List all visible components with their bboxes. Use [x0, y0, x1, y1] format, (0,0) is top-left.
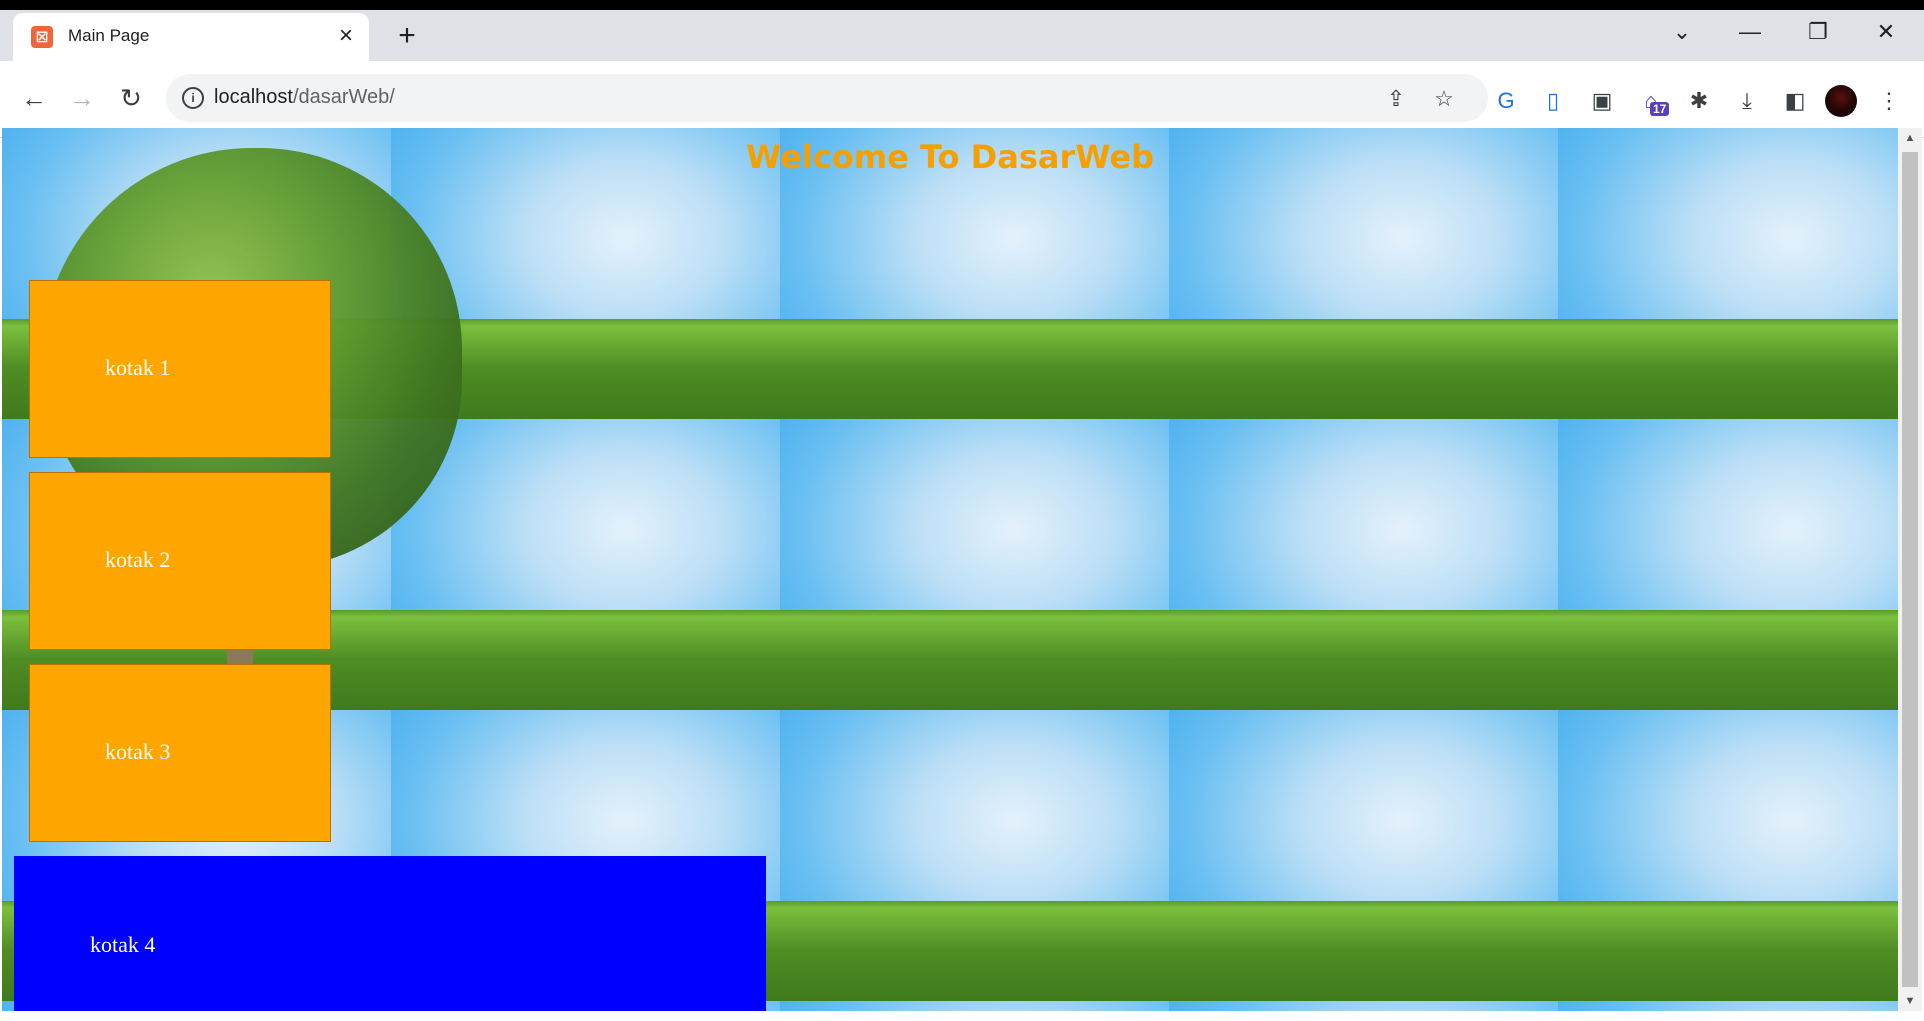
extension-badge: 17 — [1650, 102, 1670, 116]
box-label: kotak 2 — [105, 547, 171, 572]
download-icon[interactable]: ⤓ — [1732, 86, 1762, 116]
forward-arrow-icon[interactable]: → — [67, 83, 97, 113]
box-kotak-1: kotak 1 — [29, 280, 331, 458]
device-extension-icon[interactable]: ▯ — [1538, 86, 1568, 116]
toolbar: ← → ↻ i localhost/dasarWeb/ ⇪ ☆ G ▯ ▣ ⌂ 1… — [0, 61, 1924, 138]
tab-title: Main Page — [68, 26, 150, 45]
new-tab-button[interactable]: + — [392, 21, 422, 52]
close-tab-icon[interactable]: × — [333, 23, 359, 49]
picture-in-picture-icon[interactable]: ▣ — [1587, 86, 1617, 116]
page-viewport: Welcome To DasarWeb kotak 1 kotak 2 kota… — [2, 128, 1898, 1011]
scroll-down-arrow-icon[interactable]: ▼ — [1898, 991, 1922, 1011]
tab-strip: ☒ Main Page × + ⌄ — ❐ ✕ — [0, 10, 1924, 61]
box-kotak-2: kotak 2 — [29, 472, 331, 650]
share-icon[interactable]: ⇪ — [1382, 85, 1410, 113]
reload-icon[interactable]: ↻ — [116, 83, 146, 113]
xampp-icon: ☒ — [31, 26, 53, 48]
scrollbar-thumb[interactable] — [1902, 152, 1918, 987]
url-path: /dasarWeb/ — [292, 86, 395, 108]
tab-main-page[interactable]: ☒ Main Page × — [13, 13, 369, 61]
site-info-icon[interactable]: i — [182, 87, 204, 109]
page-heading: Welcome To DasarWeb — [745, 138, 1154, 176]
extensions-puzzle-icon[interactable]: ✱ — [1684, 86, 1714, 116]
address-bar[interactable]: i localhost/dasarWeb/ ⇪ ☆ — [166, 74, 1488, 122]
restore-button[interactable]: ❐ — [1798, 16, 1838, 48]
url-host: localhost — [214, 86, 293, 108]
box-kotak-4: kotak 4 — [14, 856, 766, 1011]
minimize-button[interactable]: — — [1730, 16, 1770, 48]
side-panel-icon[interactable]: ◧ — [1780, 86, 1810, 116]
close-window-button[interactable]: ✕ — [1866, 16, 1906, 48]
vertical-scrollbar[interactable]: ▲ ▼ — [1898, 128, 1922, 1011]
google-translate-icon[interactable]: G — [1491, 86, 1521, 116]
box-kotak-3: kotak 3 — [29, 664, 331, 842]
box-label: kotak 1 — [105, 355, 171, 380]
menu-dots-icon[interactable]: ⋮ — [1874, 86, 1904, 116]
graduation-cap-icon[interactable]: ⌂ 17 — [1636, 86, 1670, 116]
back-arrow-icon[interactable]: ← — [19, 83, 49, 113]
scroll-up-arrow-icon[interactable]: ▲ — [1898, 128, 1922, 148]
profile-avatar[interactable] — [1825, 85, 1857, 117]
url-text[interactable]: localhost/dasarWeb/ — [214, 86, 395, 109]
box-label: kotak 3 — [105, 739, 171, 764]
box-label: kotak 4 — [90, 932, 156, 957]
bookmark-star-icon[interactable]: ☆ — [1430, 85, 1458, 113]
tab-search-icon[interactable]: ⌄ — [1662, 16, 1702, 48]
